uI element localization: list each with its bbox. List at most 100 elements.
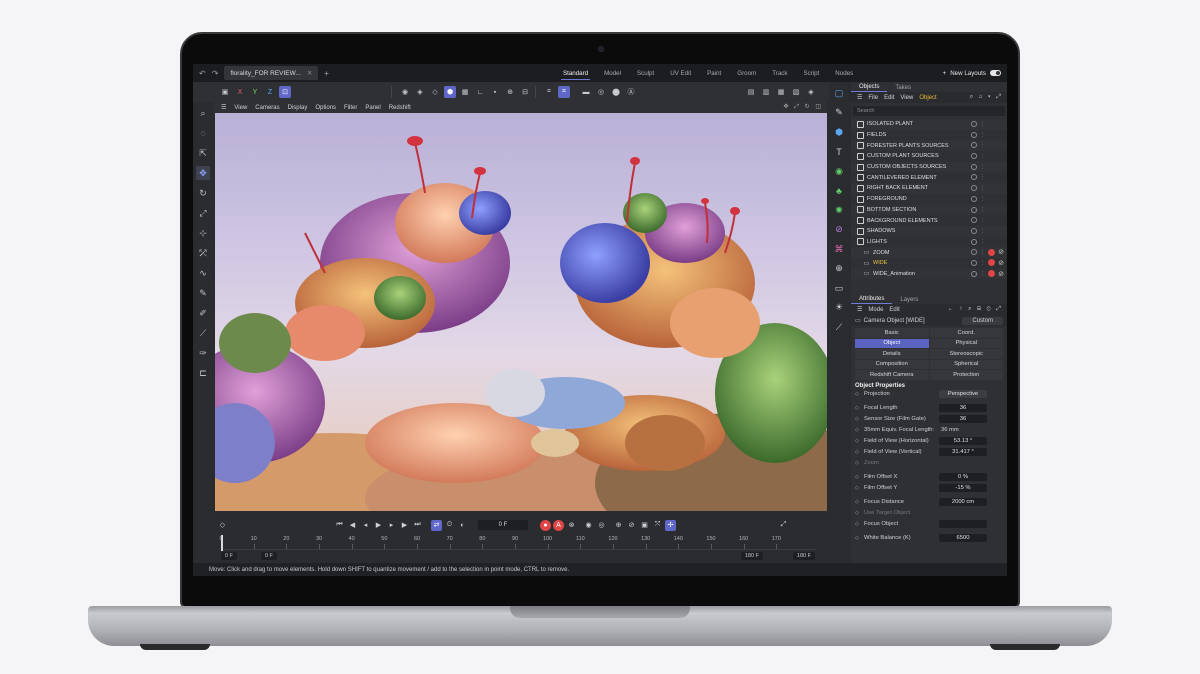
keyframe-diamond-icon[interactable]: ◇ <box>855 449 860 455</box>
property-select[interactable]: Perspective <box>939 390 987 398</box>
layout-tab-standard[interactable]: Standard <box>555 64 596 82</box>
z-axis-button[interactable]: Z <box>264 86 276 98</box>
object-row[interactable]: FOREGROUND ⋮ <box>851 194 1007 205</box>
search-icon[interactable]: ⌕ <box>196 106 210 120</box>
menu-options[interactable]: Options <box>315 105 336 111</box>
layout-tab-nodes[interactable]: Nodes <box>827 64 861 82</box>
pen-icon[interactable]: ✎ <box>832 106 846 120</box>
current-frame-field[interactable]: 0 F <box>478 520 528 530</box>
visibility-dots-icon[interactable]: ⋮ <box>980 153 985 159</box>
keyframe-diamond-icon[interactable]: ◇ <box>855 416 860 422</box>
property-value-field[interactable] <box>939 520 987 528</box>
attr-tab-physical[interactable]: Physical <box>929 338 1003 348</box>
preset-select[interactable]: Custom <box>962 316 1003 325</box>
object-mode-icon[interactable]: ⬢ <box>444 86 456 98</box>
attr-tab-redshift-camera[interactable]: Redshift Camera <box>855 370 929 380</box>
spline-pen-icon[interactable]: ∿ <box>196 266 210 280</box>
environment-icon[interactable]: ⊕ <box>832 262 846 276</box>
visibility-dots-icon[interactable]: ⋮ <box>980 239 985 245</box>
tab-layers[interactable]: Layers <box>892 297 926 304</box>
keyframe-selection-icon[interactable]: ⊗ <box>566 520 577 531</box>
loop-icon[interactable]: ⇄ <box>431 519 442 531</box>
paint-icon[interactable]: ✐ <box>196 306 210 320</box>
layer-dot-icon[interactable] <box>971 249 977 256</box>
text-icon[interactable]: T <box>832 145 846 159</box>
camera-tag-icon[interactable] <box>988 270 995 278</box>
snap-icon[interactable]: ⌗ <box>543 86 555 98</box>
menu-cameras[interactable]: Cameras <box>255 105 279 111</box>
lock-icon[interactable]: ⊟ <box>519 86 531 98</box>
layout-tab-groom[interactable]: Groom <box>729 64 764 82</box>
keyframe-diamond-icon[interactable]: ◇ <box>855 485 860 491</box>
mograph-icon[interactable]: ♣ <box>832 184 846 198</box>
go-to-start-icon[interactable]: ⏮ <box>334 520 345 531</box>
visibility-dots-icon[interactable]: ⋮ <box>980 132 985 138</box>
layer-dot-icon[interactable] <box>971 121 977 127</box>
play-icon[interactable]: ▶ <box>373 520 384 531</box>
scheme-icon[interactable]: ✢ <box>665 519 676 531</box>
record-rotation-icon[interactable]: ◎ <box>596 520 607 531</box>
record-icon[interactable]: ● <box>540 519 551 531</box>
keyframe-diamond-icon[interactable]: ◇ <box>855 474 860 480</box>
protection-tag-icon[interactable]: ⊘ <box>998 270 1004 278</box>
object-row[interactable]: SHADOWS ⋮ <box>851 225 1007 237</box>
menu-edit[interactable]: Edit <box>884 95 894 101</box>
object-row[interactable]: CUSTOM PLANT SOURCES ⋮ <box>851 151 1007 162</box>
layout-tab-paint[interactable]: Paint <box>699 64 729 82</box>
attribute-nav-icons[interactable]: ← ↑ ⌕ ⊟ ⊙ ⤢ <box>948 306 1003 313</box>
visibility-dots-icon[interactable]: ⋮ <box>980 196 985 202</box>
texture-mode-icon[interactable]: ▦ <box>459 86 471 98</box>
transform-icon[interactable]: ⊹ <box>196 226 210 240</box>
property-value-field[interactable]: 53.13 ° <box>939 437 987 445</box>
attr-tab-stereoscopic[interactable]: Stereoscopic <box>929 349 1003 359</box>
x-axis-button[interactable]: X <box>234 86 246 98</box>
close-tab-icon[interactable]: ✕ <box>307 69 312 77</box>
brush-icon[interactable]: ✎ <box>196 286 210 300</box>
range-start-a[interactable]: 0 F <box>221 552 237 560</box>
next-key-icon[interactable]: ▶ <box>399 520 410 531</box>
object-row[interactable]: ▭ WIDE ⋮ ⊘ <box>851 258 1007 269</box>
attr-tab-protection[interactable]: Protection <box>929 370 1003 380</box>
object-row[interactable]: LIGHTS ⋮ <box>851 237 1007 248</box>
primitive-cube-icon[interactable]: ⬢ <box>832 125 846 139</box>
sculpt-icon[interactable]: ✑ <box>196 346 210 360</box>
attr-tab-spherical[interactable]: Spherical <box>929 359 1003 369</box>
magnet-icon[interactable]: ⊏ <box>196 366 210 380</box>
rotate-tool-icon[interactable]: ↻ <box>196 186 210 200</box>
protection-tag-icon[interactable]: ⊘ <box>998 259 1004 267</box>
y-axis-button[interactable]: Y <box>249 86 261 98</box>
layer-dot-icon[interactable] <box>971 270 977 277</box>
knife-icon[interactable]: ⟋ <box>196 326 210 340</box>
object-row[interactable]: ▭ WIDE_Animation ⋮ ⊘ <box>851 268 1007 280</box>
deformer-icon[interactable]: ✺ <box>832 203 846 217</box>
plus-icon[interactable]: + <box>943 70 947 77</box>
layout-tab-sculpt[interactable]: Sculpt <box>629 64 662 82</box>
3d-viewport[interactable] <box>215 113 827 511</box>
cube-icon[interactable]: ▢ <box>832 86 846 100</box>
go-to-end-icon[interactable]: ⏭ <box>412 520 423 531</box>
live-selection-icon[interactable]: ⇱ <box>196 146 210 160</box>
attr-tab-basic[interactable]: Basic <box>855 328 929 338</box>
selection-icon[interactable]: ◌ <box>196 126 210 140</box>
visibility-dots-icon[interactable]: ⋮ <box>980 217 985 223</box>
prev-frame-icon[interactable]: ◂ <box>360 520 371 531</box>
record-scale-icon[interactable]: ⊕ <box>613 520 624 531</box>
move-tool-icon[interactable]: ✥ <box>196 166 210 180</box>
redo-icon[interactable]: ↷ <box>212 69 219 78</box>
object-row[interactable]: CUSTOM OBJECTS SOURCES ⋮ <box>851 161 1007 173</box>
points-mode-icon[interactable]: ◈ <box>414 86 426 98</box>
property-value-field[interactable]: 6500 <box>939 534 987 542</box>
layer-dot-icon[interactable] <box>971 174 977 181</box>
keyframe-diamond-icon[interactable]: ◇ <box>855 391 860 397</box>
next-frame-icon[interactable]: ▸ <box>386 520 397 531</box>
new-tab-icon[interactable]: + <box>324 69 329 78</box>
layout-tab-model[interactable]: Model <box>596 64 629 82</box>
visibility-dots-icon[interactable]: ⋮ <box>980 121 985 127</box>
render-view-icon[interactable]: ▣ <box>219 86 231 98</box>
generator-icon[interactable]: ◉ <box>832 164 846 178</box>
light-bulb-icon[interactable]: ☀ <box>832 301 846 315</box>
property-value-field[interactable]: 36 <box>939 404 987 412</box>
attr-tab-coord-[interactable]: Coord. <box>929 328 1003 338</box>
undo-icon[interactable]: ↶ <box>199 69 206 78</box>
range-end-a[interactable]: 180 F <box>740 552 763 560</box>
